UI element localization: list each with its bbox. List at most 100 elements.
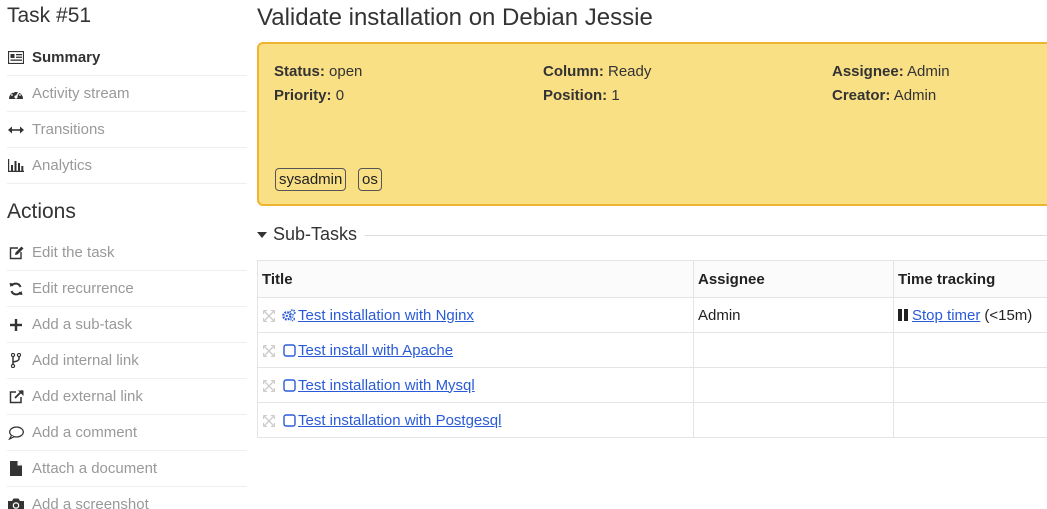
plus-icon bbox=[7, 317, 25, 333]
subtask-title-link[interactable]: Test installation with Mysql bbox=[298, 377, 475, 394]
priority-field: Priority: 0 bbox=[274, 87, 344, 104]
action-add-screenshot[interactable]: Add a screenshot bbox=[7, 487, 247, 509]
actions-heading: Actions bbox=[7, 200, 76, 223]
task-id-heading: Task #51 bbox=[7, 4, 92, 27]
caret-down-icon bbox=[257, 231, 267, 238]
section-divider bbox=[365, 234, 1047, 236]
assignee-field: Assignee: Admin bbox=[832, 63, 950, 80]
pause-icon bbox=[898, 309, 908, 321]
assignee-value: Admin bbox=[907, 63, 950, 80]
dashboard-icon bbox=[7, 86, 25, 102]
stop-timer-link[interactable]: Stop timer bbox=[912, 307, 980, 324]
action-add-subtask[interactable]: Add a sub-task bbox=[7, 307, 247, 343]
checkbox-icon[interactable] bbox=[282, 413, 296, 427]
subtask-time-tracking bbox=[893, 367, 1047, 403]
subtasks-heading: Sub-Tasks bbox=[273, 223, 358, 244]
action-add-comment[interactable]: Add a comment bbox=[7, 415, 247, 451]
gears-icon[interactable] bbox=[282, 308, 296, 322]
subtask-time-tracking bbox=[893, 402, 1047, 438]
sidebar-item-label: Analytics bbox=[32, 157, 93, 174]
table-row: Test installation with Nginx Admin Stop … bbox=[257, 297, 1047, 333]
subtask-title-cell: Test installation with Mysql bbox=[257, 367, 694, 403]
external-link-icon bbox=[7, 389, 25, 405]
camera-icon bbox=[7, 497, 25, 509]
sidebar-item-transitions[interactable]: Transitions bbox=[7, 112, 247, 148]
edit-icon bbox=[7, 245, 25, 261]
subtask-assignee: Admin bbox=[693, 297, 894, 333]
subtask-assignee bbox=[693, 402, 894, 438]
drag-handle-icon[interactable] bbox=[262, 379, 276, 393]
tag-os[interactable]: os bbox=[358, 168, 382, 191]
position-value: 1 bbox=[611, 87, 620, 104]
assignee-label: Assignee: bbox=[832, 63, 904, 80]
drag-handle-icon[interactable] bbox=[262, 414, 276, 428]
subtask-title-cell: Test install with Apache bbox=[257, 332, 694, 368]
action-label: Add a sub-task bbox=[32, 316, 133, 333]
task-nav: Summary Activity stream Transitions Anal… bbox=[7, 40, 247, 184]
table-header-row: Title Assignee Time tracking bbox=[257, 260, 1047, 298]
comment-icon bbox=[7, 425, 25, 441]
column-header-title: Title bbox=[257, 260, 694, 298]
subtasks-table: Title Assignee Time tracking Test instal… bbox=[257, 260, 1047, 438]
file-icon bbox=[7, 461, 25, 477]
checkbox-icon[interactable] bbox=[282, 378, 296, 392]
status-label: Status: bbox=[274, 63, 325, 80]
bar-chart-icon bbox=[7, 158, 25, 174]
action-label: Add internal link bbox=[32, 352, 139, 369]
time-spent-note: (<15m) bbox=[984, 306, 1033, 324]
sidebar-item-label: Transitions bbox=[32, 121, 105, 138]
action-list: Edit the task Edit recurrence Add a sub-… bbox=[7, 235, 247, 509]
action-attach-document[interactable]: Attach a document bbox=[7, 451, 247, 487]
subtask-time-tracking: Stop timer (<15m) bbox=[893, 297, 1047, 333]
column-field: Column: Ready bbox=[543, 63, 651, 80]
page-title: Validate installation on Debian Jessie bbox=[257, 4, 653, 31]
subtask-title-link[interactable]: Test installation with Nginx bbox=[298, 307, 474, 324]
tag-sysadmin[interactable]: sysadmin bbox=[275, 168, 347, 191]
action-label: Add a screenshot bbox=[32, 496, 149, 509]
action-edit-task[interactable]: Edit the task bbox=[7, 235, 247, 271]
status-value: open bbox=[329, 63, 363, 80]
creator-field: Creator: Admin bbox=[832, 87, 936, 104]
column-header-assignee: Assignee bbox=[693, 260, 894, 298]
priority-label: Priority: bbox=[274, 87, 332, 104]
table-row: Test installation with Postgesql bbox=[257, 402, 1047, 438]
action-label: Add a comment bbox=[32, 424, 138, 441]
drag-handle-icon[interactable] bbox=[262, 309, 276, 323]
subtasks-section-toggle[interactable]: Sub-Tasks bbox=[257, 222, 1047, 246]
creator-label: Creator: bbox=[832, 87, 891, 104]
sidebar-item-summary[interactable]: Summary bbox=[7, 40, 247, 76]
newspaper-icon bbox=[7, 50, 25, 66]
creator-value: Admin bbox=[893, 87, 937, 104]
sidebar-item-activity-stream[interactable]: Activity stream bbox=[7, 76, 247, 112]
position-label: Position: bbox=[543, 87, 608, 104]
action-label: Attach a document bbox=[32, 460, 158, 477]
priority-value: 0 bbox=[335, 87, 345, 104]
action-label: Add external link bbox=[32, 388, 143, 405]
action-edit-recurrence[interactable]: Edit recurrence bbox=[7, 271, 247, 307]
subtask-title-link[interactable]: Test install with Apache bbox=[298, 342, 453, 359]
status-field: Status: open bbox=[274, 63, 362, 80]
arrows-h-icon bbox=[7, 122, 25, 138]
column-label: Column: bbox=[543, 63, 604, 80]
column-value: Ready bbox=[608, 63, 652, 80]
subtask-title-cell: Test installation with Postgesql bbox=[257, 402, 694, 438]
code-fork-icon bbox=[7, 353, 25, 369]
action-add-external-link[interactable]: Add external link bbox=[7, 379, 247, 415]
table-row: Test installation with Mysql bbox=[257, 367, 1047, 403]
action-label: Edit the task bbox=[32, 244, 115, 261]
subtask-assignee bbox=[693, 367, 894, 403]
checkbox-icon[interactable] bbox=[282, 343, 296, 357]
subtask-title-cell: Test installation with Nginx bbox=[257, 297, 694, 333]
refresh-icon bbox=[7, 281, 25, 297]
drag-handle-icon[interactable] bbox=[262, 344, 276, 358]
sidebar-item-analytics[interactable]: Analytics bbox=[7, 148, 247, 184]
position-field: Position: 1 bbox=[543, 87, 620, 104]
column-header-time-tracking: Time tracking bbox=[893, 260, 1047, 298]
subtask-time-tracking bbox=[893, 332, 1047, 368]
table-row: Test install with Apache bbox=[257, 332, 1047, 368]
subtask-title-link[interactable]: Test installation with Postgesql bbox=[298, 412, 501, 429]
sidebar-item-label: Summary bbox=[32, 49, 101, 66]
subtask-assignee bbox=[693, 332, 894, 368]
task-summary-panel: Status: open Priority: 0 Column: Ready P… bbox=[257, 42, 1047, 206]
action-add-internal-link[interactable]: Add internal link bbox=[7, 343, 247, 379]
